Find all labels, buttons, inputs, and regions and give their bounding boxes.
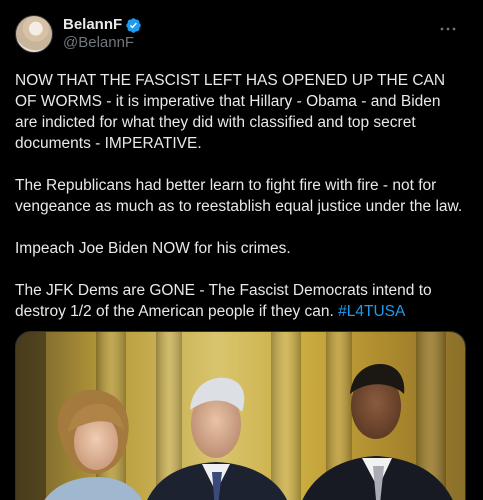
handle[interactable]: @BelannF xyxy=(63,34,142,52)
tweet-paragraph: NOW THAT THE FASCIST LEFT HAS OPENED UP … xyxy=(15,72,446,152)
tweet-paragraph: The Republicans had better learn to figh… xyxy=(15,177,463,215)
photo-image xyxy=(16,332,465,500)
display-name[interactable]: BelannF xyxy=(63,16,122,34)
tweet: BelannF @BelannF NOW THAT THE FASCIST LE… xyxy=(0,0,483,500)
display-name-row: BelannF xyxy=(63,16,142,34)
author-names: BelannF @BelannF xyxy=(63,16,142,52)
tweet-paragraph: Impeach Joe Biden NOW for his crimes. xyxy=(15,240,291,257)
verified-badge-icon[interactable] xyxy=(125,17,142,34)
tweet-photo[interactable] xyxy=(15,331,466,500)
tweet-text: NOW THAT THE FASCIST LEFT HAS OPENED UP … xyxy=(15,70,465,343)
avatar[interactable] xyxy=(15,15,53,53)
tweet-paragraph-last: The JFK Dems are GONE - The Fascist Demo… xyxy=(15,280,465,322)
more-options-icon[interactable] xyxy=(436,20,460,38)
hashtag-link[interactable]: #L4TUSA xyxy=(338,303,405,320)
tweet-header: BelannF @BelannF xyxy=(15,14,468,54)
